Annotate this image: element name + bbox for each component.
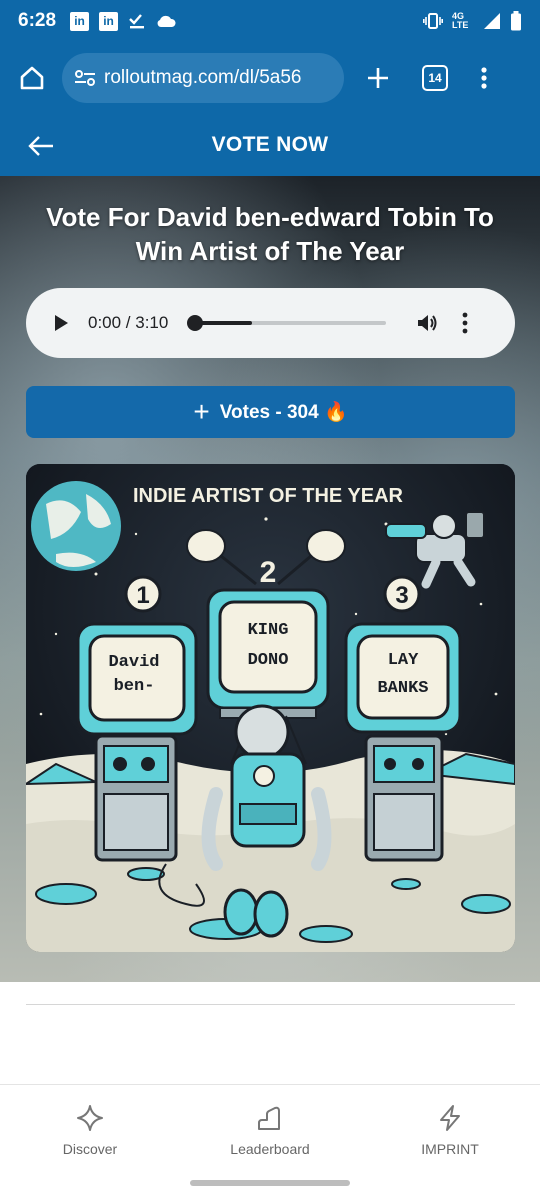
audio-time: 0:00 / 3:10 [88, 313, 169, 332]
site-settings-icon [75, 70, 95, 86]
network-label: 4G LTE [452, 11, 469, 30]
artwork-banner: INDIE ARTIST OF THE YEAR [133, 485, 404, 507]
volume-icon[interactable] [416, 312, 438, 334]
earth [31, 481, 121, 571]
divider [26, 1004, 515, 1005]
linkedin-icon: in [99, 11, 119, 31]
artwork-image: INDIE ARTIST OF THE YEAR 1 David ben- 2 … [26, 464, 515, 952]
plus-icon: + [193, 396, 210, 427]
tv-2-number: 2 [260, 556, 277, 589]
arrow-left-icon [28, 136, 53, 156]
tv-1-number: 1 [136, 582, 149, 609]
home-button[interactable] [14, 60, 50, 96]
linkedin-icon: in [70, 11, 90, 31]
tv-1-name-line1: David [108, 653, 159, 672]
nav-item-leaderboard[interactable]: Leaderboard [180, 1085, 360, 1170]
nav-label-imprint: IMPRINT [421, 1141, 479, 1157]
status-time: 6:28 [18, 10, 57, 31]
tv-2: 2 KING DONO [186, 529, 346, 719]
tv-3-name-line2: BANKS [377, 679, 428, 698]
play-icon[interactable] [52, 313, 70, 333]
vibrate-icon [423, 13, 443, 29]
system-icons: 4G LTE [423, 11, 522, 31]
bottom-navigation: Discover Leaderboard IMPRINT [0, 1084, 540, 1170]
signal-icon [484, 13, 500, 29]
cloud-icon [157, 15, 176, 27]
tv-2-name-line1: KING [248, 621, 289, 640]
browser-toolbar: rolloutmag.com/dl/5a56 14 [0, 42, 540, 114]
audio-seek-thumb[interactable] [187, 315, 204, 331]
home-icon [20, 66, 44, 90]
notification-icons: in in [70, 11, 176, 31]
nav-item-discover[interactable]: Discover [0, 1085, 180, 1170]
audio-options-icon[interactable] [462, 312, 468, 334]
nav-item-imprint[interactable]: IMPRINT [360, 1085, 540, 1170]
hero-section: Vote For David ben-edward Tobin To Win A… [0, 176, 540, 982]
page-title: VOTE NOW [211, 133, 329, 156]
nav-label-discover: Discover [62, 1141, 118, 1157]
sparkle-icon [77, 1105, 103, 1131]
tab-switcher-button[interactable]: 14 [422, 65, 448, 91]
audio-player: 0:00 / 3:10 [26, 288, 515, 358]
plus-icon [368, 68, 388, 88]
address-bar[interactable]: rolloutmag.com/dl/5a56 [62, 53, 344, 103]
tv-2-name-line2: DONO [248, 651, 289, 670]
lightning-icon [440, 1105, 460, 1131]
back-button[interactable] [26, 131, 56, 161]
tv-3-name-line1: LAY [388, 651, 419, 670]
stairs-icon [258, 1106, 280, 1130]
gesture-bar[interactable] [190, 1180, 350, 1186]
vote-button-label: Votes - 304 🔥 [219, 402, 348, 423]
app-header: VOTE NOW [0, 114, 540, 176]
vote-button[interactable]: + Votes - 304 🔥 [26, 386, 515, 438]
new-tab-button[interactable] [360, 60, 396, 96]
battery-icon [511, 11, 521, 31]
vote-headline: Vote For David ben-edward Tobin To Win A… [46, 202, 494, 266]
browser-menu-button[interactable] [470, 60, 498, 96]
url-text: rolloutmag.com/dl/5a56 [104, 67, 302, 88]
status-bar: 6:28 in in 4G LTE [0, 0, 540, 42]
artwork-illustration: INDIE ARTIST OF THE YEAR 1 David ben- 2 … [26, 464, 515, 952]
checklist-icon [129, 14, 145, 29]
more-vertical-icon [481, 67, 487, 89]
tv-1-name-line2: ben- [114, 677, 155, 696]
tv-3-number: 3 [395, 582, 408, 609]
audio-seek-bar[interactable] [187, 315, 387, 331]
nav-label-leaderboard: Leaderboard [230, 1141, 310, 1157]
